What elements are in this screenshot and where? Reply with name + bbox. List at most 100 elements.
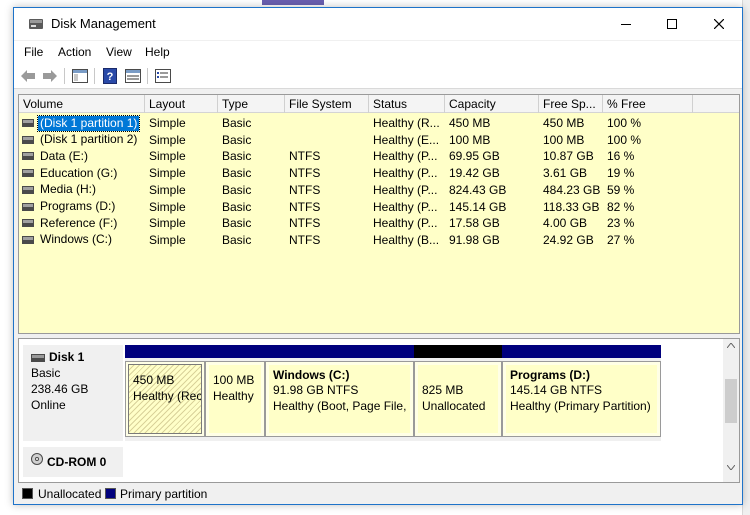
cdrom-icon [31, 453, 43, 465]
volume-free-cell: 3.61 GB [543, 166, 588, 181]
menu-action[interactable]: Action [58, 45, 91, 59]
partition-status: Healthy (Primary Partition) [510, 399, 651, 413]
volume-row[interactable]: (Disk 1 partition 1) Simple Basic Healthy (… [19, 114, 739, 132]
partition-color-bar [205, 345, 265, 358]
partition-programs-d[interactable]: Programs (D:) 145.14 GB NTFS Healthy (Pr… [502, 345, 661, 441]
close-button[interactable] [696, 8, 742, 40]
volume-free-cell: 100 MB [543, 132, 585, 147]
disk-1-label[interactable]: Disk 1 Basic 238.46 GB Online [23, 345, 123, 441]
back-arrow-icon [21, 70, 35, 82]
volume-fs-cell: NTFS [289, 199, 321, 214]
title-bar[interactable]: Disk Management [14, 8, 742, 40]
volume-name: Windows (C:) [40, 232, 113, 247]
volume-capacity-cell: 17.58 GB [449, 216, 500, 231]
list-view-icon [155, 69, 171, 83]
volume-drive-icon [22, 202, 34, 211]
partition-unallocated[interactable]: 825 MB Unallocated [414, 345, 502, 441]
volume-name: Education (G:) [40, 165, 118, 180]
volume-row[interactable]: (Disk 1 partition 2) Simple Basic Healthy (… [19, 132, 739, 148]
volume-row[interactable]: Programs (D:) Simple Basic NTFS Healthy (P..… [19, 199, 739, 215]
volume-pct-cell: 19 % [607, 166, 635, 181]
volume-drive-icon [22, 169, 34, 178]
scroll-down-icon[interactable] [727, 465, 735, 470]
help-button[interactable]: ? [101, 67, 119, 85]
menu-view[interactable]: View [106, 45, 132, 59]
minimize-button[interactable] [603, 8, 649, 40]
disk-type: Basic [31, 366, 61, 380]
forward-button[interactable] [41, 67, 59, 85]
column-capacity[interactable]: Capacity [445, 95, 539, 113]
help-icon: ? [103, 68, 117, 84]
partition-body: Windows (C:) 91.98 GB NTFS Healthy (Boot… [265, 361, 414, 437]
volume-list-header: Volume Layout Type File System Status Ca… [19, 95, 739, 113]
volume-row[interactable]: Education (G:) Simple Basic NTFS Healthy (P.… [19, 165, 739, 181]
volume-drive-icon [22, 152, 34, 161]
column-volume[interactable]: Volume [19, 95, 145, 113]
partition-color-bar [502, 345, 661, 358]
disk-map-scrollbar[interactable] [723, 339, 739, 482]
volume-name-cell: Programs (D:) [22, 199, 117, 215]
volume-row[interactable]: Data (E:) Simple Basic NTFS Healthy (P... 69.… [19, 148, 739, 164]
partition-body: Programs (D:) 145.14 GB NTFS Healthy (Pr… [502, 361, 661, 437]
toolbar-separator [147, 68, 148, 84]
menu-bar: File Action View Help [14, 41, 742, 63]
legend: Unallocated Primary partition [18, 484, 740, 504]
volume-status-cell: Healthy (R... [373, 116, 440, 130]
volume-fs-cell: NTFS [289, 166, 321, 181]
column-free-space[interactable]: Free Sp... [539, 95, 603, 113]
volume-drive-icon [22, 219, 34, 228]
volume-row[interactable]: Media (H:) Simple Basic NTFS Healthy (P... 82… [19, 182, 739, 198]
column-type[interactable]: Type [218, 95, 285, 113]
close-icon [714, 19, 724, 29]
partition-recovery[interactable]: 450 MB Healthy (Rec [125, 345, 205, 441]
back-button[interactable] [19, 67, 37, 85]
volume-type-cell: Basic [222, 116, 252, 130]
menu-file[interactable]: File [24, 45, 43, 59]
partition-efi[interactable]: 100 MB Healthy [205, 345, 265, 441]
volume-name: Reference (F:) [40, 215, 118, 230]
volume-name: Data (E:) [40, 148, 89, 163]
volume-type-cell: Basic [222, 232, 252, 247]
volume-type-cell: Basic [222, 216, 252, 231]
volume-capacity-cell: 450 MB [449, 116, 491, 130]
volume-free-cell: 4.00 GB [543, 216, 588, 231]
volume-name-cell: Education (G:) [22, 165, 119, 181]
column-layout[interactable]: Layout [145, 95, 218, 113]
volume-row[interactable]: Reference (F:) Simple Basic NTFS Healthy (P.… [19, 215, 739, 231]
partition-status: Healthy (Boot, Page File, C [273, 399, 410, 413]
partition-size: 450 MB [133, 373, 175, 387]
partition-title: Windows (C:) [273, 368, 350, 382]
partition-body: 825 MB Unallocated [414, 361, 502, 437]
console-tree-icon [72, 69, 88, 83]
forward-arrow-icon [43, 70, 57, 82]
volume-status-cell: Healthy (P... [373, 216, 438, 231]
window-title: Disk Management [51, 16, 156, 31]
volume-status-cell: Healthy (B... [373, 232, 440, 247]
column-percent-free[interactable]: % Free [603, 95, 693, 113]
partition-status: Healthy [213, 389, 254, 403]
disk-size: 238.46 GB [31, 382, 89, 396]
maximize-button[interactable] [649, 8, 695, 40]
scrollbar-thumb[interactable] [725, 379, 737, 423]
partition-windows-c[interactable]: Windows (C:) 91.98 GB NTFS Healthy (Boot… [265, 345, 414, 441]
partition-inner: 825 MB Unallocated [418, 365, 498, 433]
column-file-system[interactable]: File System [285, 95, 369, 113]
legend-primary-label: Primary partition [120, 487, 208, 501]
volume-layout-cell: Simple [149, 216, 186, 231]
volume-capacity-cell: 824.43 GB [449, 182, 507, 197]
volume-layout-cell: Simple [149, 199, 186, 214]
partition-status: Healthy (Rec [133, 389, 201, 403]
volume-fs-cell: NTFS [289, 149, 321, 164]
scroll-up-icon[interactable] [727, 343, 735, 348]
volume-name-cell: (Disk 1 partition 2) [22, 132, 139, 148]
console-tree-button[interactable] [71, 67, 89, 85]
partition-color-bar [125, 345, 205, 358]
list-view-button[interactable] [154, 67, 172, 85]
legend-primary-swatch [105, 488, 116, 499]
volume-status-cell: Healthy (P... [373, 182, 438, 197]
volume-row[interactable]: Windows (C:) Simple Basic NTFS Healthy (B...… [19, 232, 739, 248]
cdrom-label[interactable]: CD-ROM 0 [23, 447, 123, 477]
menu-help[interactable]: Help [145, 45, 170, 59]
properties-button[interactable] [124, 67, 142, 85]
column-status[interactable]: Status [369, 95, 445, 113]
